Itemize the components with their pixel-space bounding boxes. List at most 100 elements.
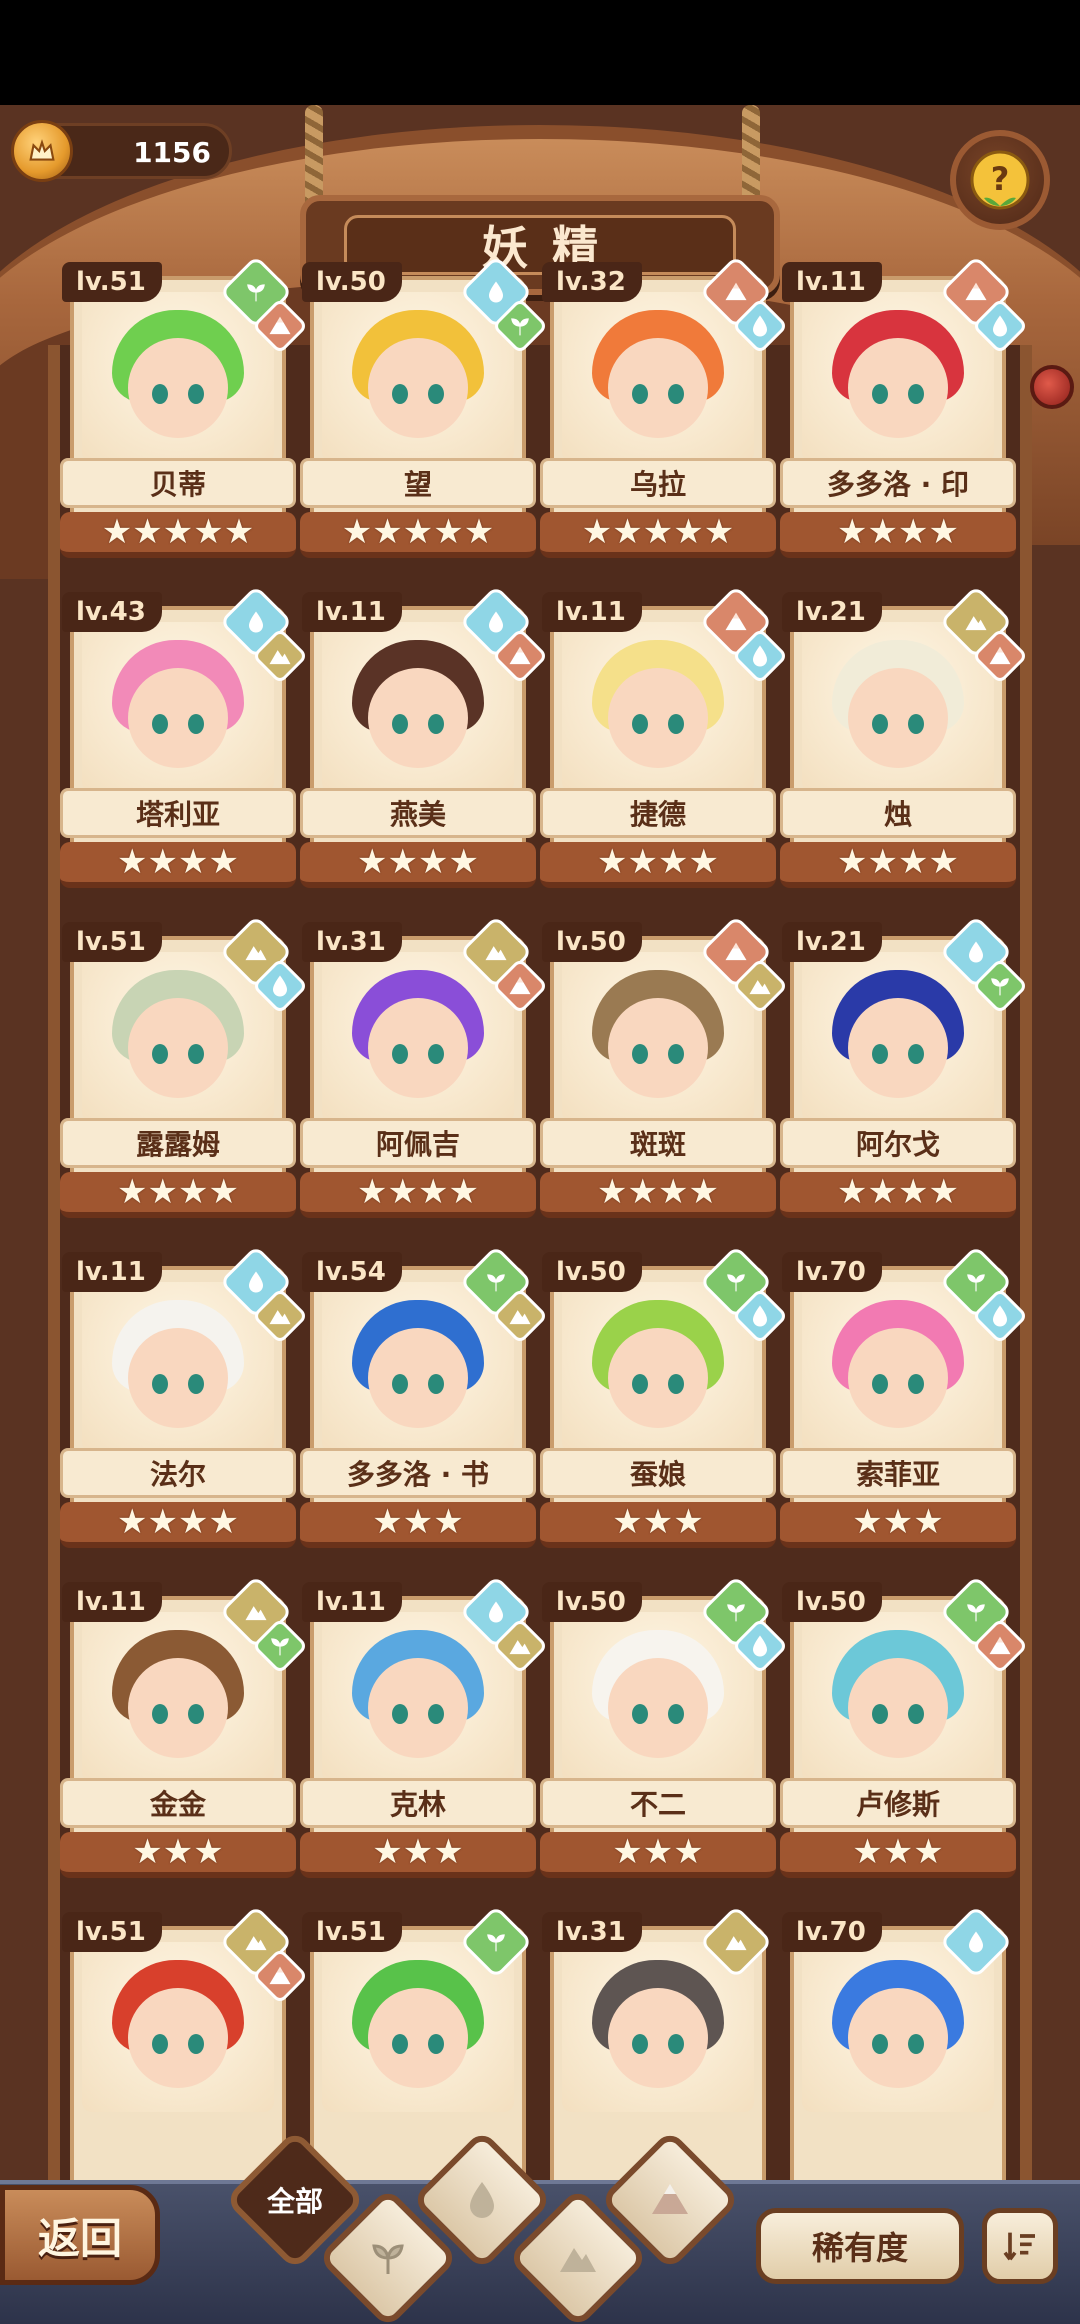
fairy-card[interactable]: lv.11 多多洛 · 印 ★★★★ bbox=[780, 255, 1029, 562]
fairy-name: 阿佩吉 bbox=[375, 1128, 460, 1161]
fairy-card[interactable]: lv.50 蚕娘 ★★★ bbox=[540, 1245, 789, 1552]
name-ribbon: 多多洛 · 印 bbox=[780, 458, 1016, 508]
back-button[interactable]: 返回 bbox=[0, 2185, 160, 2285]
fairy-name: 蚕娘 bbox=[629, 1458, 686, 1491]
leaf-icon bbox=[271, 1638, 289, 1656]
water-drop-icon bbox=[969, 941, 983, 963]
water-drop-icon bbox=[489, 611, 503, 633]
mountain-icon bbox=[269, 650, 291, 665]
water-drop-icon bbox=[993, 315, 1007, 337]
name-ribbon: 阿尔戈 bbox=[780, 1118, 1016, 1168]
fairy-card[interactable]: lv.51 露露姆 ★★★★ bbox=[60, 915, 309, 1222]
water-drop-icon bbox=[470, 2182, 494, 2218]
rarity-sort-button[interactable]: 稀有度 bbox=[756, 2208, 964, 2284]
level-tag: lv.50 bbox=[542, 1582, 642, 1622]
mountain-icon bbox=[560, 2248, 596, 2272]
fairy-card[interactable]: lv.32 乌拉 ★★★★★ bbox=[540, 255, 789, 562]
stars: ★★★ bbox=[372, 1832, 464, 1872]
name-ribbon: 燕美 bbox=[300, 788, 536, 838]
name-ribbon: 阿佩吉 bbox=[300, 1118, 536, 1168]
question-sprout-icon: ? bbox=[970, 150, 1030, 210]
star-rating: ★★★ bbox=[300, 1502, 536, 1548]
fairy-card[interactable]: lv.70 bbox=[782, 1905, 1014, 2212]
fairy-card[interactable]: lv.11 金金 ★★★ bbox=[60, 1575, 309, 1882]
fairy-card[interactable]: lv.50 不二 ★★★ bbox=[540, 1575, 789, 1882]
level-tag: lv.11 bbox=[302, 592, 402, 632]
fairy-card[interactable]: lv.11 克林 ★★★ bbox=[300, 1575, 549, 1882]
mountain-icon bbox=[965, 616, 987, 631]
water-drop-icon bbox=[249, 611, 263, 633]
stars: ★★★ bbox=[852, 1832, 944, 1872]
level-tag: lv.70 bbox=[782, 1252, 882, 1292]
name-ribbon: 不二 bbox=[540, 1778, 776, 1828]
star-rating: ★★★★ bbox=[780, 1172, 1016, 1218]
volcano-icon bbox=[269, 316, 291, 335]
level-tag: lv.51 bbox=[62, 922, 162, 962]
name-ribbon: 斑斑 bbox=[540, 1118, 776, 1168]
stars: ★★★ bbox=[132, 1832, 224, 1872]
fairy-card[interactable]: lv.70 索菲亚 ★★★ bbox=[780, 1245, 1029, 1552]
stars: ★★★★ bbox=[837, 512, 959, 552]
stars: ★★★ bbox=[612, 1832, 704, 1872]
name-ribbon: 克林 bbox=[300, 1778, 536, 1828]
stars: ★★★★ bbox=[117, 1172, 239, 1212]
leaf-icon bbox=[247, 284, 265, 302]
fairy-card[interactable]: lv.50 望 ★★★★★ bbox=[300, 255, 549, 562]
level-tag: lv.50 bbox=[542, 1252, 642, 1292]
volcano-icon bbox=[509, 646, 531, 665]
level-tag: lv.31 bbox=[302, 922, 402, 962]
volcano-icon bbox=[509, 976, 531, 995]
sort-order-button[interactable] bbox=[982, 2208, 1058, 2284]
mountain-icon bbox=[509, 1640, 531, 1655]
volcano-icon bbox=[725, 612, 747, 631]
fairy-card[interactable]: lv.11 法尔 ★★★★ bbox=[60, 1245, 309, 1552]
level-tag: lv.50 bbox=[782, 1582, 882, 1622]
fairy-card[interactable]: lv.11 捷德 ★★★★ bbox=[540, 585, 789, 892]
sort-icon bbox=[1003, 2232, 1035, 2261]
water-drop-icon bbox=[993, 1305, 1007, 1327]
volcano-icon bbox=[652, 2184, 688, 2214]
mountain-icon bbox=[245, 1936, 267, 1951]
fairy-name: 烛 bbox=[883, 798, 912, 831]
fairy-card[interactable]: lv.43 塔利亚 ★★★★ bbox=[60, 585, 309, 892]
level-tag: lv.51 bbox=[302, 1912, 402, 1952]
level-tag: lv.54 bbox=[302, 1252, 402, 1292]
fairy-name: 法尔 bbox=[149, 1458, 206, 1491]
star-rating: ★★★★ bbox=[780, 512, 1016, 558]
fairy-card[interactable]: lv.50 斑斑 ★★★★ bbox=[540, 915, 789, 1222]
star-rating: ★★★★★ bbox=[300, 512, 536, 558]
stars: ★★★ bbox=[372, 1502, 464, 1542]
fairy-name: 露露姆 bbox=[135, 1128, 220, 1161]
level-tag: lv.50 bbox=[302, 262, 402, 302]
water-drop-icon bbox=[753, 315, 767, 337]
stars: ★★★★ bbox=[597, 842, 719, 882]
fairy-card[interactable]: lv.21 烛 ★★★★ bbox=[780, 585, 1029, 892]
level-tag: lv.50 bbox=[542, 922, 642, 962]
fairy-card[interactable]: lv.21 阿尔戈 ★★★★ bbox=[780, 915, 1029, 1222]
fairy-name: 斑斑 bbox=[629, 1128, 686, 1161]
water-drop-icon bbox=[753, 1635, 767, 1657]
stars: ★★★★ bbox=[837, 1172, 959, 1212]
star-rating: ★★★★ bbox=[60, 1502, 296, 1548]
stars: ★★★★ bbox=[357, 1172, 479, 1212]
fairy-card[interactable]: lv.31 阿佩吉 ★★★★ bbox=[300, 915, 549, 1222]
leaf-icon bbox=[967, 1604, 985, 1622]
fairy-name: 卢修斯 bbox=[855, 1788, 940, 1821]
fairy-card[interactable]: lv.50 卢修斯 ★★★ bbox=[780, 1575, 1029, 1882]
level-tag: lv.43 bbox=[62, 592, 162, 632]
fairy-card[interactable]: lv.11 燕美 ★★★★ bbox=[300, 585, 549, 892]
name-ribbon: 望 bbox=[300, 458, 536, 508]
mountain-icon bbox=[509, 1310, 531, 1325]
fairy-name: 多多洛 · 书 bbox=[346, 1458, 490, 1491]
star-rating: ★★★ bbox=[540, 1502, 776, 1548]
star-rating: ★★★★★ bbox=[60, 512, 296, 558]
name-ribbon: 贝蒂 bbox=[60, 458, 296, 508]
fairy-card[interactable]: lv.54 多多洛 · 书 ★★★ bbox=[300, 1245, 549, 1552]
help-button[interactable]: ? bbox=[950, 130, 1050, 230]
level-tag: lv.21 bbox=[782, 922, 882, 962]
stars: ★★★★★ bbox=[341, 512, 495, 552]
fairy-card[interactable]: lv.51 贝蒂 ★★★★★ bbox=[60, 255, 309, 562]
stars: ★★★★ bbox=[117, 842, 239, 882]
stars: ★★★★ bbox=[837, 842, 959, 882]
level-tag: lv.70 bbox=[782, 1912, 882, 1952]
